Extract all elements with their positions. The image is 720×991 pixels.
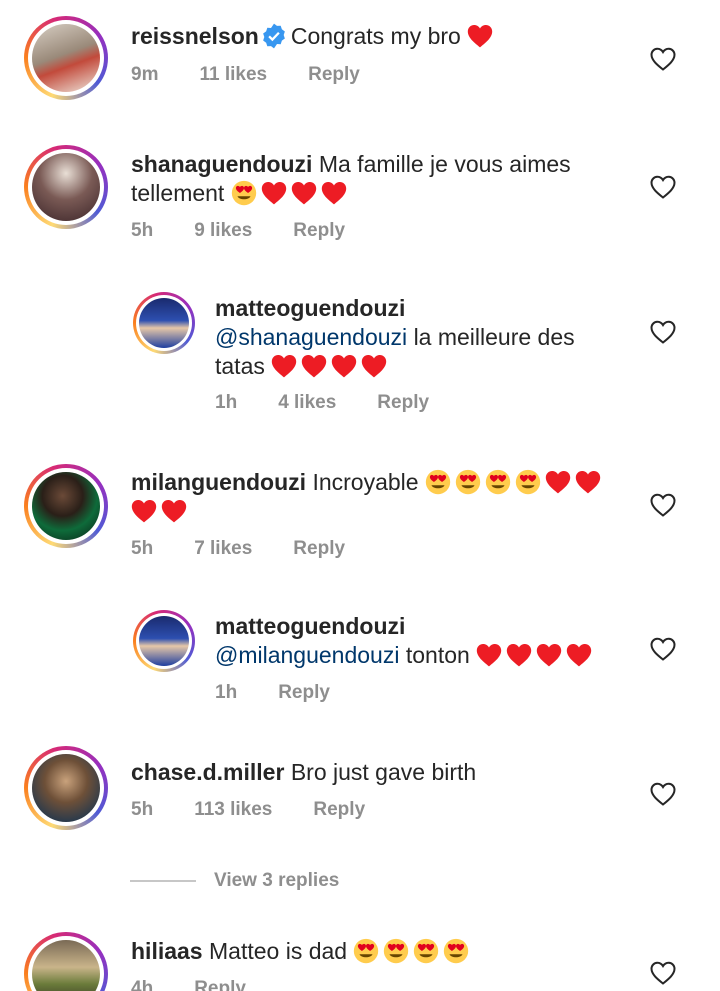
comment-item: matteoguendouzi @milanguendouzi tonton 1… <box>0 600 720 730</box>
comment-meta: 4h Reply <box>131 978 246 991</box>
reply-button[interactable]: Reply <box>293 538 345 560</box>
likes-count[interactable]: 4 likes <box>278 392 336 414</box>
comment-text: matteoguendouzi @milanguendouzi tonton <box>215 612 620 670</box>
comment-item: reissnelson Congrats my bro 9m 11 likes R… <box>0 0 720 130</box>
comment-item: matteoguendouzi @shanaguendouzi la meill… <box>0 270 720 450</box>
red-heart-icon <box>161 500 187 523</box>
heart-eyes-icon <box>444 938 469 964</box>
comment-body: Matteo is dad <box>209 938 348 964</box>
comment-text: chase.d.miller Bro just gave birth <box>131 758 620 787</box>
timestamp: 5h <box>131 220 154 241</box>
red-heart-icon <box>321 182 346 205</box>
mention-link[interactable]: @shanaguendouzi <box>215 324 407 350</box>
reply-button[interactable]: Reply <box>293 220 345 242</box>
comment-meta: 9m 11 likes Reply <box>131 64 360 86</box>
username[interactable]: shanaguendouzi <box>131 151 312 177</box>
reply-button[interactable]: Reply <box>377 392 429 414</box>
timestamp: 5h <box>131 538 154 559</box>
avatar[interactable] <box>24 932 108 991</box>
comment-meta: 1h Reply <box>215 682 330 704</box>
comment-item: milanguendouzi Incroyable 5h 7 likes Rep… <box>0 450 720 600</box>
heart-outline-icon[interactable] <box>650 320 676 344</box>
red-heart-icon <box>545 471 571 494</box>
avatar[interactable] <box>24 746 108 830</box>
avatar[interactable] <box>24 145 108 229</box>
timestamp: 9m <box>131 64 159 85</box>
timestamp: 1h <box>215 392 238 413</box>
heart-outline-icon[interactable] <box>650 961 676 985</box>
comment-body: Bro just gave birth <box>290 759 477 785</box>
red-heart-icon <box>332 355 357 378</box>
heart-outline-icon[interactable] <box>650 782 676 806</box>
red-heart-icon <box>537 644 562 667</box>
comment-text: hiliaas Matteo is dad <box>131 937 620 966</box>
heart-eyes-icon <box>384 938 409 964</box>
comment-item: chase.d.miller Bro just gave birth 5h 11… <box>0 730 720 850</box>
likes-count[interactable]: 7 likes <box>194 538 252 560</box>
heart-eyes-icon <box>231 180 256 206</box>
heart-outline-icon[interactable] <box>650 175 676 199</box>
avatar[interactable] <box>24 464 108 548</box>
username[interactable]: matteoguendouzi <box>215 613 405 639</box>
username[interactable]: matteoguendouzi <box>215 295 405 321</box>
heart-outline-icon[interactable] <box>650 637 676 661</box>
reply-button[interactable]: Reply <box>308 64 360 86</box>
comment-body: tonton <box>405 642 470 668</box>
red-heart-icon <box>291 182 316 205</box>
red-heart-icon <box>272 355 297 378</box>
avatar[interactable] <box>133 292 195 354</box>
comment-meta: 5h 113 likes Reply <box>131 799 365 821</box>
divider-line <box>130 880 196 882</box>
comment-body: Incroyable <box>312 469 419 495</box>
red-heart-icon <box>507 644 532 667</box>
likes-count[interactable]: 9 likes <box>194 220 252 242</box>
avatar[interactable] <box>24 16 108 100</box>
comment-text: shanaguendouzi Ma famille je vous aimes … <box>131 150 620 208</box>
red-heart-icon <box>477 644 502 667</box>
heart-outline-icon[interactable] <box>650 47 676 71</box>
view-replies-button[interactable]: View 3 replies <box>130 870 339 892</box>
comment-meta: 5h 7 likes Reply <box>131 538 345 560</box>
timestamp: 5h <box>131 799 154 820</box>
likes-count[interactable]: 113 likes <box>194 799 272 821</box>
username[interactable]: milanguendouzi <box>131 469 306 495</box>
red-heart-icon <box>567 644 592 667</box>
heart-outline-icon[interactable] <box>650 493 676 517</box>
comment-text: matteoguendouzi @shanaguendouzi la meill… <box>215 294 620 381</box>
likes-count[interactable]: 11 likes <box>199 64 267 86</box>
red-heart-icon <box>575 471 601 494</box>
heart-eyes-icon <box>414 938 439 964</box>
comment-item: hiliaas Matteo is dad 4h Reply <box>0 920 720 991</box>
reply-button[interactable]: Reply <box>194 978 246 991</box>
timestamp: 1h <box>215 682 238 703</box>
heart-eyes-icon <box>515 469 541 495</box>
heart-eyes-icon <box>455 469 481 495</box>
red-heart-icon <box>302 355 327 378</box>
comment-body: Congrats my bro <box>290 23 461 49</box>
heart-eyes-icon <box>485 469 511 495</box>
mention-link[interactable]: @milanguendouzi <box>215 642 399 668</box>
reply-button[interactable]: Reply <box>313 799 365 821</box>
heart-eyes-icon <box>425 469 451 495</box>
timestamp: 4h <box>131 978 154 991</box>
red-heart-icon <box>468 25 493 48</box>
comment-text: reissnelson Congrats my bro <box>131 22 620 51</box>
comment-meta: 5h 9 likes Reply <box>131 220 345 242</box>
heart-eyes-icon <box>354 938 379 964</box>
verified-badge-icon <box>262 23 285 49</box>
username[interactable]: hiliaas <box>131 938 203 964</box>
red-heart-icon <box>131 500 157 523</box>
comment-text: milanguendouzi Incroyable <box>131 468 620 526</box>
red-heart-icon <box>261 182 286 205</box>
username[interactable]: reissnelson <box>131 23 259 49</box>
view-replies-label: View 3 replies <box>214 870 340 891</box>
avatar[interactable] <box>133 610 195 672</box>
username[interactable]: chase.d.miller <box>131 759 284 785</box>
comment-meta: 1h 4 likes Reply <box>215 392 429 414</box>
red-heart-icon <box>362 355 387 378</box>
comment-item: shanaguendouzi Ma famille je vous aimes … <box>0 130 720 270</box>
reply-button[interactable]: Reply <box>278 682 330 704</box>
